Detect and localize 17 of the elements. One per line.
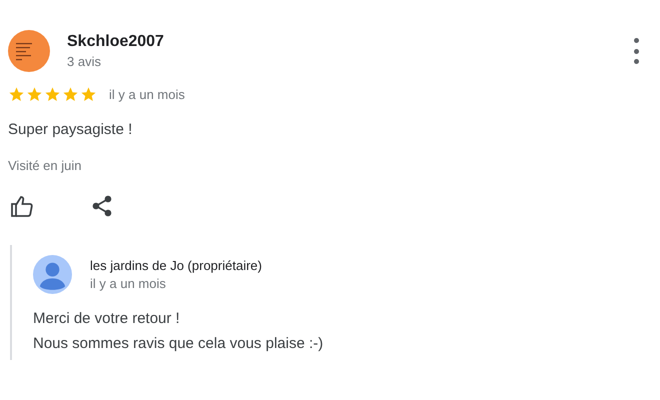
owner-name: les jardins de Jo (propriétaire) [90,258,262,273]
reply-time: il y a un mois [90,276,167,291]
star-icon [8,86,25,103]
review-count: 3 avis [67,54,102,69]
share-icon[interactable] [92,195,112,217]
reply-text: Merci de votre retour ! [33,310,181,327]
star-icon [44,86,61,103]
reply-text: Nous sommes ravis que cela vous plaise :-) [33,335,324,352]
star-icon [62,86,79,103]
star-icon [26,86,43,103]
visit-date: Visité en juin [8,158,82,173]
review-time: il y a un mois [109,87,185,102]
reviewer-name[interactable]: Skchloe2007 [67,33,164,51]
review-text: Super paysagiste ! [8,121,134,138]
star-icon [80,86,97,103]
thumbs-up-icon[interactable] [10,195,34,217]
avatar-icon [33,255,72,294]
